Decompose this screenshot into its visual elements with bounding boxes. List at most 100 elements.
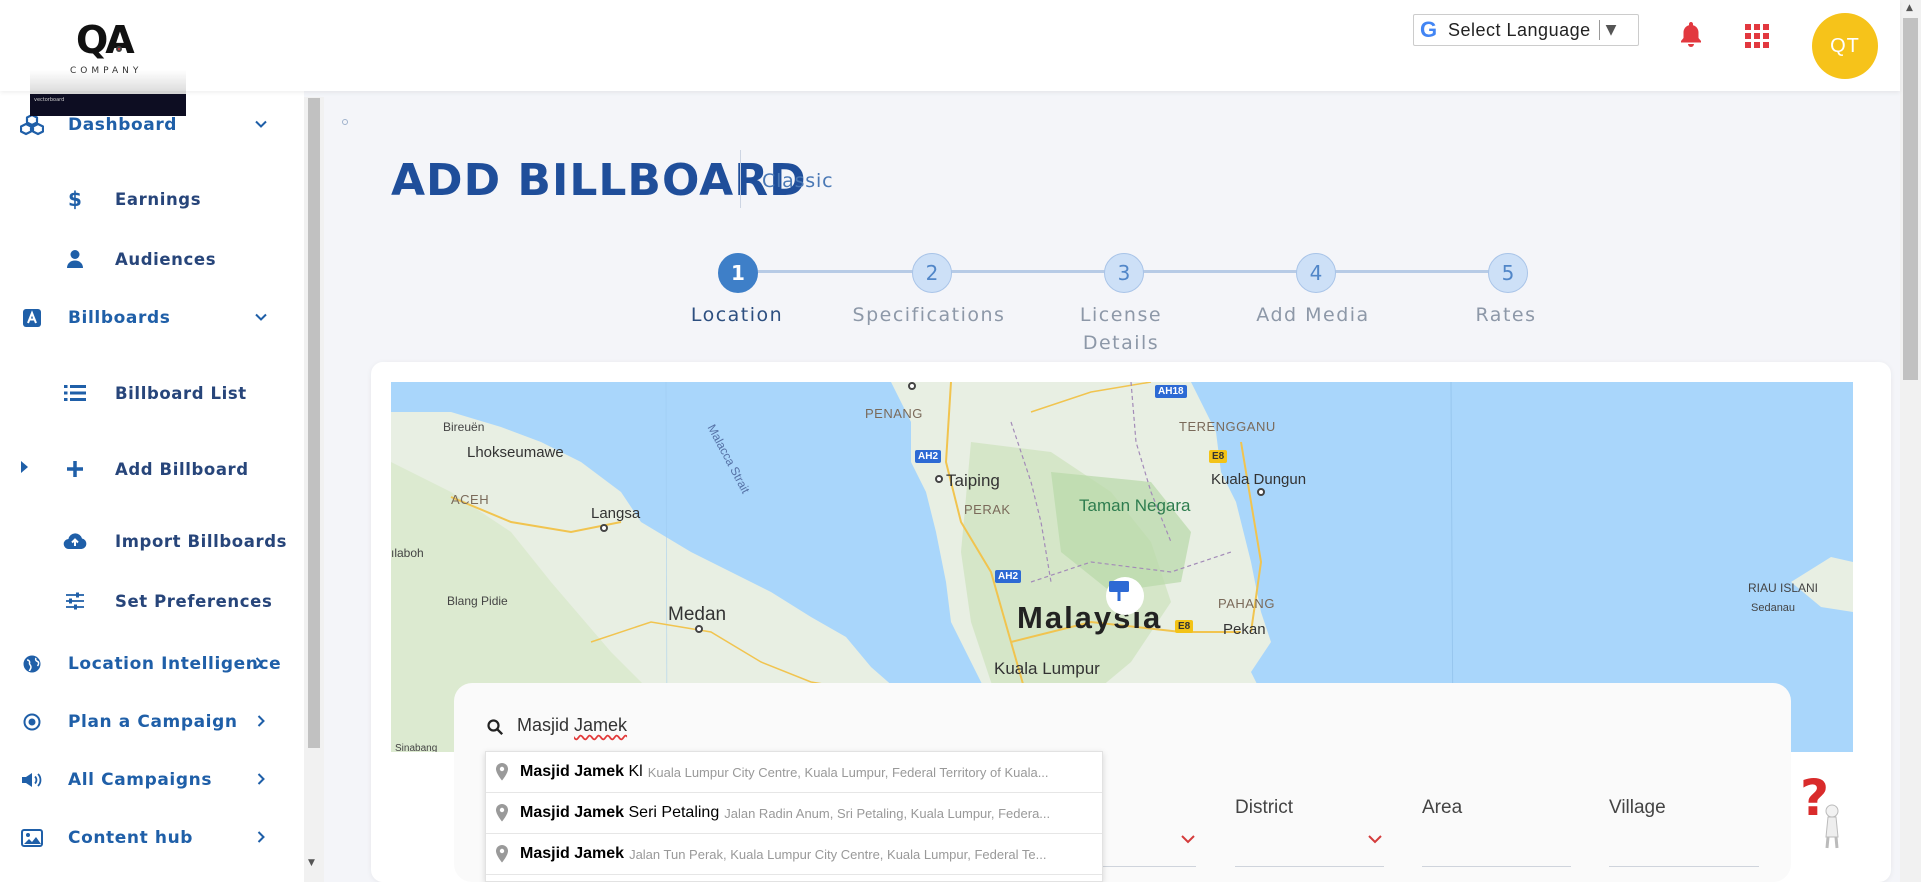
location-pin-icon <box>495 845 509 868</box>
sidebar-item-billboard-list[interactable]: Billboard List <box>0 373 300 413</box>
scroll-up-arrow-icon[interactable]: ▲ <box>1906 3 1913 13</box>
dollar-icon: $ <box>68 187 82 211</box>
logo-mark: QA <box>76 18 135 62</box>
breadcrumb-dot <box>342 119 348 125</box>
user-avatar[interactable]: QT <box>1812 13 1878 79</box>
target-icon <box>20 710 44 734</box>
sidebar-item-add-billboard[interactable]: Add Billboard <box>0 449 300 489</box>
village-field-label: Village <box>1609 797 1666 818</box>
bell-icon[interactable] <box>1678 20 1704 48</box>
chevron-down-icon[interactable] <box>1368 830 1382 848</box>
page-title: ADD BILLBOARD <box>391 155 807 206</box>
svg-text:?: ? <box>1800 769 1829 827</box>
chevron-down-icon[interactable] <box>1181 830 1195 848</box>
autocomplete-dropdown: Masjid Jamek Kl Kuala Lumpur City Centre… <box>485 751 1103 882</box>
cloud-upload-icon <box>63 529 87 553</box>
chevron-right-icon <box>254 772 270 788</box>
language-select-label: Select Language <box>1448 19 1591 40</box>
road-shield-ah2: AH2 <box>995 570 1022 583</box>
step-3-label[interactable]: License Details <box>1071 301 1171 357</box>
billboard-a-icon <box>20 306 44 330</box>
location-pin-icon <box>495 763 509 786</box>
chevron-down-icon <box>254 310 270 326</box>
title-divider <box>740 150 741 208</box>
autocomplete-suggestion[interactable]: Masjid Jamek Jalan Tun Perak, Kuala Lump… <box>486 834 1102 875</box>
chevron-right-icon <box>254 714 270 730</box>
area-input[interactable] <box>1422 866 1571 867</box>
sidebar-item-audiences[interactable]: Audiences <box>0 239 300 279</box>
map-label-kuala-dungun: Kuala Dungun <box>1211 471 1307 488</box>
image-icon <box>20 826 44 850</box>
logo-strip: vectorboard <box>30 94 186 116</box>
company-logo[interactable]: QA COMPANY vectorboard <box>30 8 186 116</box>
step-3-circle[interactable]: 3 <box>1104 253 1144 293</box>
step-5-circle[interactable]: 5 <box>1488 253 1528 293</box>
page-scrollbar-thumb[interactable] <box>1903 18 1918 380</box>
sidebar-item-all-campaigns[interactable]: All Campaigns <box>0 760 300 800</box>
map-label-kuala-lumpur: Kuala Lumpur <box>994 659 1100 678</box>
location-search-input[interactable]: Masjid Jamek <box>517 715 627 736</box>
chevron-right-icon <box>254 830 270 846</box>
globe-icon <box>20 652 44 676</box>
autocomplete-suggestion[interactable]: Masjid Jamek Seri Petaling Jalan Radin A… <box>486 793 1102 834</box>
step-1-circle[interactable]: 1 <box>718 253 758 293</box>
autocomplete-suggestion[interactable]: Masjid Jamek Kl Kuala Lumpur City Centre… <box>486 752 1102 793</box>
road-shield-ah18: AH18 <box>1155 385 1187 398</box>
step-4-label[interactable]: Add Media <box>1233 301 1393 329</box>
map-label-blang-pidie: Blang Pidie <box>447 594 508 608</box>
dropdown-arrow-icon: ▼ <box>1605 22 1617 38</box>
map-label-terengganu: TERENGGANU <box>1179 419 1276 434</box>
map-label-lhokseumawe: Lhokseumawe <box>467 444 564 461</box>
map-label-penang: PENANG <box>865 406 923 421</box>
sidebar-scrollbar-thumb[interactable] <box>308 98 320 748</box>
apps-grid-icon[interactable] <box>1745 24 1769 48</box>
page-scrollbar[interactable]: ▲ <box>1900 0 1921 882</box>
language-select[interactable]: G Select Language ▼ <box>1413 14 1639 46</box>
map-label-riau-islands: RIAU ISLANI <box>1748 581 1819 595</box>
map-label-pekan: Pekan <box>1223 621 1266 638</box>
step-2-label[interactable]: Specifications <box>849 301 1009 329</box>
list-icon <box>63 381 87 405</box>
sidebar-item-earnings[interactable]: $ Earnings <box>0 179 300 219</box>
user-icon <box>63 247 87 271</box>
sliders-icon <box>63 589 87 613</box>
map-label-taiping: Taiping <box>946 471 1000 490</box>
map-label-sedanau: Sedanau <box>1751 602 1796 614</box>
page-subtitle: Classic <box>762 170 834 192</box>
sidebar-item-import-billboards[interactable]: Import Billboards <box>0 521 300 561</box>
step-2-circle[interactable]: 2 <box>912 253 952 293</box>
help-icon[interactable]: ? <box>1798 769 1850 849</box>
step-5-label[interactable]: Rates <box>1426 301 1586 329</box>
cubes-icon <box>20 113 44 137</box>
map-label-sinabang: Sinabang <box>395 743 438 752</box>
sidebar-item-location-intelligence[interactable]: Location Intelligence <box>0 644 300 684</box>
map-label-medan: Medan <box>668 604 727 625</box>
district-select[interactable] <box>1235 866 1384 867</box>
map-label-pahang: PAHANG <box>1218 596 1275 611</box>
sidebar-item-set-preferences[interactable]: Set Preferences <box>0 581 300 621</box>
district-field-label: District <box>1235 797 1294 818</box>
plus-icon <box>63 457 87 481</box>
sidebar-scrollbar[interactable]: ▼ <box>304 97 324 882</box>
step-4-circle[interactable]: 4 <box>1296 253 1336 293</box>
road-shield-ah2: AH2 <box>915 450 942 463</box>
step-1-label[interactable]: Location <box>657 301 817 329</box>
chevron-right-icon <box>252 656 268 672</box>
map-label-bireuen: Bireuën <box>443 420 485 434</box>
chevron-down-icon <box>254 117 270 133</box>
sidebar-item-billboards[interactable]: Billboards <box>0 298 300 338</box>
sidebar-item-content-hub[interactable]: Content hub <box>0 818 300 858</box>
road-shield-e8: E8 <box>1175 620 1194 633</box>
map-label-meulaboh: ılaboh <box>391 546 424 560</box>
map-label-taman-negara: Taman Negara <box>1079 496 1191 515</box>
google-icon: G <box>1420 17 1438 42</box>
sidebar-item-plan-a-campaign[interactable]: Plan a Campaign <box>0 702 300 742</box>
sidebar: Dashboard $ Earnings Audiences Billboard… <box>0 91 304 882</box>
village-input[interactable] <box>1609 866 1759 867</box>
map-label-aceh: ACEH <box>451 492 490 507</box>
scroll-down-arrow-icon[interactable]: ▼ <box>308 858 315 868</box>
billboard-marker-icon[interactable] <box>1106 577 1144 615</box>
top-header: QA COMPANY vectorboard G Select Language… <box>0 0 1900 116</box>
area-field-label: Area <box>1422 797 1463 818</box>
caret-right-icon <box>20 460 30 478</box>
